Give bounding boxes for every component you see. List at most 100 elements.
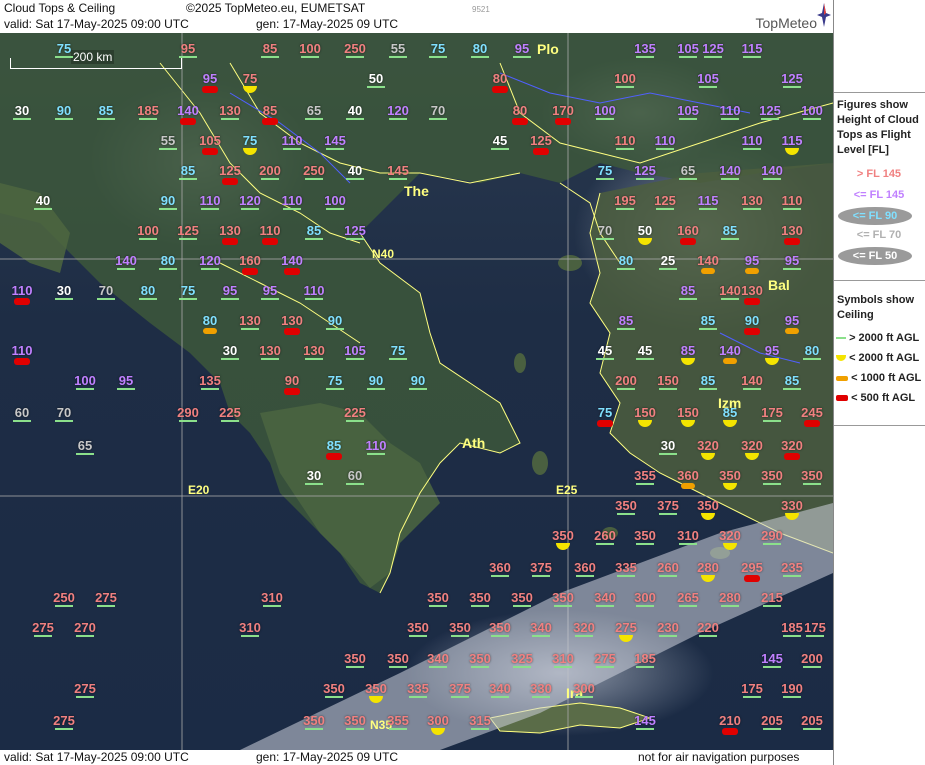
cloud-top-label: 65 <box>68 438 102 455</box>
green-line-icon <box>76 388 94 390</box>
cloud-top-label: 200 <box>253 163 287 180</box>
cloud-top-label: 110 <box>5 283 39 305</box>
cloud-top-label: 95 <box>755 343 789 365</box>
cloud-top-label: 75 <box>47 41 81 58</box>
cloud-top-value: 85 <box>180 163 196 178</box>
yellow-half-disc-icon <box>243 148 257 155</box>
cloud-top-value: 40 <box>347 163 363 178</box>
cloud-top-label: 85 <box>253 41 287 58</box>
cloud-top-value: 350 <box>344 713 366 728</box>
cloud-top-value: 100 <box>801 103 823 118</box>
cloud-top-value: 80 <box>472 41 488 56</box>
red-bar-icon <box>680 238 696 245</box>
cloud-top-label: 335 <box>401 681 435 698</box>
yellow-half-disc-icon <box>681 358 695 365</box>
cloud-top-label: 275 <box>609 620 643 642</box>
cloud-top-value: 260 <box>594 528 616 543</box>
cloud-top-value: 110 <box>781 193 803 208</box>
green-line-icon <box>55 298 73 300</box>
cloud-top-value: 350 <box>489 620 511 635</box>
cloud-top-label: 95 <box>775 313 809 334</box>
cloud-top-label: 40 <box>26 193 60 210</box>
cloud-top-value: 300 <box>634 590 656 605</box>
red-bar-icon <box>326 453 342 460</box>
green-line-icon <box>301 56 319 58</box>
green-line-icon <box>596 238 614 240</box>
green-line-icon <box>305 118 323 120</box>
cloud-top-label: 230 <box>651 620 685 637</box>
cloud-top-label: 95 <box>253 283 287 300</box>
yellow-half-disc-icon <box>556 543 570 550</box>
green-line-icon <box>721 238 739 240</box>
cloud-top-label: 185 <box>628 651 662 668</box>
cloud-top-label: 360 <box>483 560 517 577</box>
cloud-top-value: 290 <box>761 528 783 543</box>
green-line-icon <box>346 483 364 485</box>
green-line-icon <box>283 148 301 150</box>
green-line-icon <box>636 483 654 485</box>
cloud-top-value: 100 <box>74 373 96 388</box>
green-line-icon <box>367 388 385 390</box>
cloud-top-label: 110 <box>648 133 682 150</box>
green-line-icon <box>803 358 821 360</box>
red-bar-icon <box>14 358 30 365</box>
cloud-top-value: 135 <box>199 373 221 388</box>
cloud-top-label: 85 <box>253 103 287 125</box>
cloud-top-value: 350 <box>303 713 325 728</box>
cloud-top-label: 210 <box>713 713 747 735</box>
cloud-top-value: 120 <box>239 193 261 208</box>
cloud-top-value: 80 <box>140 283 156 298</box>
green-line-icon <box>346 666 364 668</box>
cloud-top-label: 125 <box>628 163 662 180</box>
green-line-icon <box>159 268 177 270</box>
yellow-half-disc-icon <box>745 453 759 460</box>
cloud-top-label: 190 <box>775 681 809 698</box>
satellite-map[interactable]: 200 km N40 N35 E20 E25 The Ath Izm Bal P… <box>0 33 833 750</box>
legend-symbol-lt1000: < 1000 ft AGL <box>836 372 921 384</box>
cloud-top-value: 350 <box>552 590 574 605</box>
green-line-icon <box>803 666 821 668</box>
legend-divider <box>834 425 925 426</box>
green-line-icon <box>679 56 697 58</box>
cloud-top-label: 265 <box>671 590 705 607</box>
green-line-icon <box>55 605 73 607</box>
cloud-top-value: 140 <box>741 373 763 388</box>
cloud-top-value: 85 <box>784 373 800 388</box>
cloud-top-label: 65 <box>297 103 331 120</box>
cloud-top-value: 200 <box>615 373 637 388</box>
cloud-top-label: 340 <box>421 651 455 668</box>
orange-bar-icon <box>681 483 695 489</box>
cloud-top-label: 145 <box>381 163 415 180</box>
cloud-top-value: 275 <box>53 713 75 728</box>
cloud-top-value: 95 <box>784 313 800 328</box>
legend-figures-title: Figures show Height of Cloud Tops as Fli… <box>837 99 919 156</box>
cloud-top-value: 275 <box>95 590 117 605</box>
green-line-icon <box>305 238 323 240</box>
cloud-top-value: 320 <box>741 438 763 453</box>
cloud-top-value: 125 <box>177 223 199 238</box>
green-line-icon <box>179 420 197 422</box>
yellow-half-disc-icon <box>681 420 695 427</box>
cloud-top-label: 340 <box>483 681 517 698</box>
green-line-icon <box>305 483 323 485</box>
green-line-icon <box>596 118 614 120</box>
cloud-top-label: 325 <box>505 651 539 668</box>
green-line-icon <box>763 543 781 545</box>
green-line-icon <box>656 208 674 210</box>
orange-bar-icon <box>203 328 217 334</box>
cloud-top-label: 350 <box>628 528 662 545</box>
cloud-top-value: 110 <box>741 133 763 148</box>
cloud-top-label: 340 <box>524 620 558 637</box>
cloud-top-label: 90 <box>401 373 435 390</box>
cloud-top-value: 40 <box>35 193 51 208</box>
cloud-top-value: 115 <box>697 193 719 208</box>
legend-level-le70: <= FL 70 <box>856 229 902 241</box>
cloud-top-value: 95 <box>222 283 238 298</box>
cloud-top-value: 170 <box>552 103 574 118</box>
green-line-icon <box>159 208 177 210</box>
legend-divider <box>834 280 925 281</box>
cloud-top-value: 340 <box>594 590 616 605</box>
cloud-top-label: 150 <box>671 405 705 427</box>
cloud-top-value: 225 <box>219 405 241 420</box>
cloud-top-label: 100 <box>608 71 642 88</box>
